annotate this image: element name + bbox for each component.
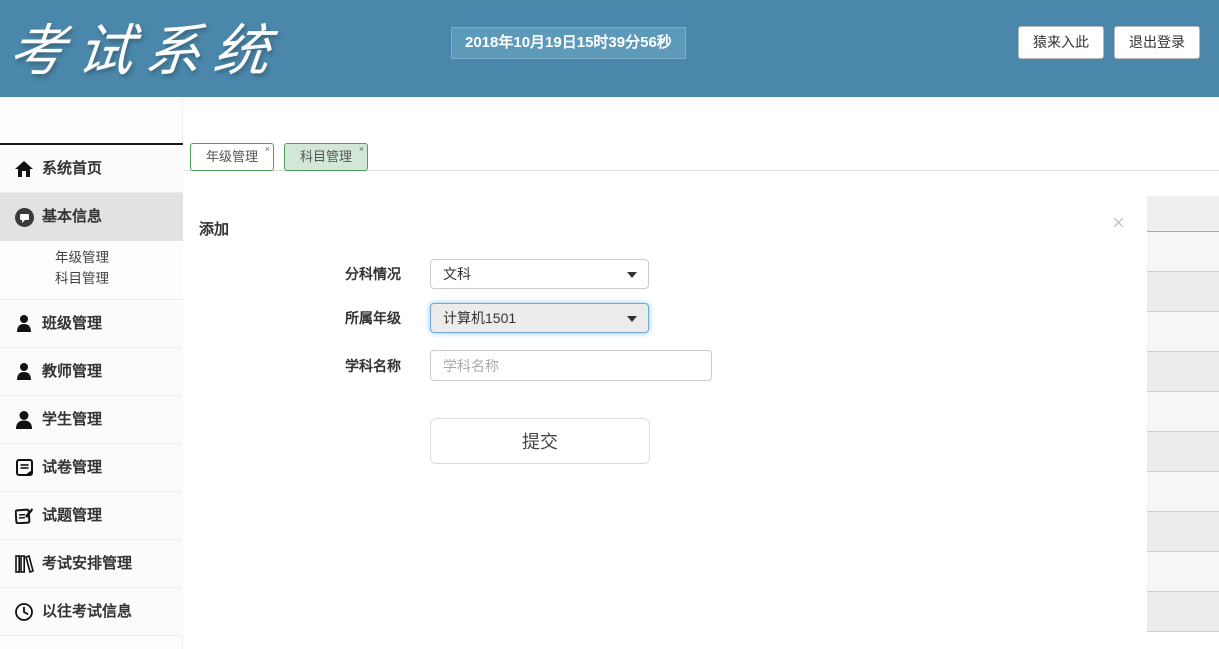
sidebar-item-question-management[interactable]: 试题管理: [0, 492, 183, 540]
chevron-down-icon: [627, 316, 637, 322]
sidebar-item-label: 试题管理: [42, 507, 102, 524]
sidebar-item-basic-info[interactable]: 基本信息: [0, 193, 183, 241]
open-tabs: 年级管理 × 科目管理 ×: [190, 143, 368, 171]
subject-division-select[interactable]: 文科: [430, 259, 649, 289]
person-icon: [14, 314, 34, 334]
person-icon: [14, 410, 34, 430]
pen-paper-icon: [14, 506, 34, 526]
sidebar: 系统首页 基本信息 年级管理 科目管理 班级管理: [0, 97, 183, 649]
sidebar-item-home[interactable]: 系统首页: [0, 145, 183, 193]
submenu-item-grade-management[interactable]: 年级管理: [0, 247, 183, 268]
exam-system-app: 考试系统 2018年10月19日15时39分56秒 猿来入此 退出登录 系统首页…: [0, 0, 1219, 649]
table-row: [1147, 272, 1219, 312]
sidebar-item-label: 试卷管理: [42, 459, 102, 476]
tab-grade-management[interactable]: 年级管理 ×: [190, 143, 274, 171]
tab-subject-management[interactable]: 科目管理 ×: [284, 143, 368, 171]
field-label-subject-division: 分科情况: [345, 264, 405, 284]
sidebar-item-label: 学生管理: [42, 411, 102, 428]
select-value: 文科: [443, 266, 471, 282]
comment-icon: [14, 207, 34, 227]
field-label-grade: 所属年级: [345, 308, 405, 328]
chevron-down-icon: [627, 272, 637, 278]
grade-select[interactable]: 计算机1501: [430, 303, 649, 333]
table-row: [1147, 352, 1219, 392]
submenu-item-subject-management[interactable]: 科目管理: [0, 268, 183, 289]
sidebar-item-label: 以往考试信息: [42, 603, 132, 620]
sidebar-item-past-exam-info[interactable]: 以往考试信息: [0, 588, 183, 636]
table-row: [1147, 472, 1219, 512]
table-row: [1147, 552, 1219, 592]
sidebar-item-label: 系统首页: [42, 160, 102, 177]
logout-button[interactable]: 退出登录: [1114, 26, 1200, 59]
sidebar-item-exam-paper-management[interactable]: 试卷管理: [0, 444, 183, 492]
add-panel: 添加 × 分科情况 文科 所属年级 计算机1501 学科名称 提交: [183, 196, 1147, 649]
sidebar-item-label: 班级管理: [42, 315, 102, 332]
table-row: [1147, 432, 1219, 472]
sidebar-item-label: 考试安排管理: [42, 555, 132, 572]
sidebar-item-label: 教师管理: [42, 363, 102, 380]
yuan-lai-ru-ci-button[interactable]: 猿来入此: [1018, 26, 1104, 59]
tab-label: 科目管理: [300, 149, 352, 164]
header: 考试系统 2018年10月19日15时39分56秒 猿来入此 退出登录: [0, 0, 1219, 97]
close-icon[interactable]: ×: [265, 144, 270, 154]
datetime-display: 2018年10月19日15时39分56秒: [451, 27, 686, 59]
panel-title: 添加: [199, 218, 229, 239]
table-row: [1147, 196, 1219, 232]
sidebar-item-exam-schedule-management[interactable]: 考试安排管理: [0, 540, 183, 588]
books-icon: [14, 554, 34, 574]
submit-button[interactable]: 提交: [430, 418, 650, 464]
sidebar-item-label: 基本信息: [42, 208, 102, 225]
table-row: [1147, 592, 1219, 632]
table-row: [1147, 392, 1219, 432]
document-icon: [14, 458, 34, 478]
content-area: 年级管理 × 科目管理 × 添加 × 分科情: [183, 97, 1219, 649]
clock-icon: [14, 602, 34, 622]
sidebar-item-student-management[interactable]: 学生管理: [0, 396, 183, 444]
person-icon: [14, 362, 34, 382]
header-buttons: 猿来入此 退出登录: [1018, 26, 1200, 59]
subject-name-input[interactable]: [430, 350, 712, 381]
sidebar-item-class-management[interactable]: 班级管理: [0, 300, 183, 348]
basic-info-submenu: 年级管理 科目管理: [0, 241, 183, 300]
close-icon[interactable]: ×: [1112, 212, 1125, 234]
table-row: [1147, 312, 1219, 352]
background-table: [1147, 196, 1219, 649]
select-value: 计算机1501: [443, 310, 516, 326]
field-label-subject-name: 学科名称: [345, 356, 405, 376]
tab-label: 年级管理: [206, 149, 258, 164]
close-icon[interactable]: ×: [359, 144, 364, 154]
table-row: [1147, 232, 1219, 272]
app-logo: 考试系统: [6, 6, 287, 87]
sidebar-item-teacher-management[interactable]: 教师管理: [0, 348, 183, 396]
sidebar-nav: 系统首页 基本信息 年级管理 科目管理 班级管理: [0, 143, 183, 636]
home-icon: [14, 159, 34, 179]
table-row: [1147, 512, 1219, 552]
